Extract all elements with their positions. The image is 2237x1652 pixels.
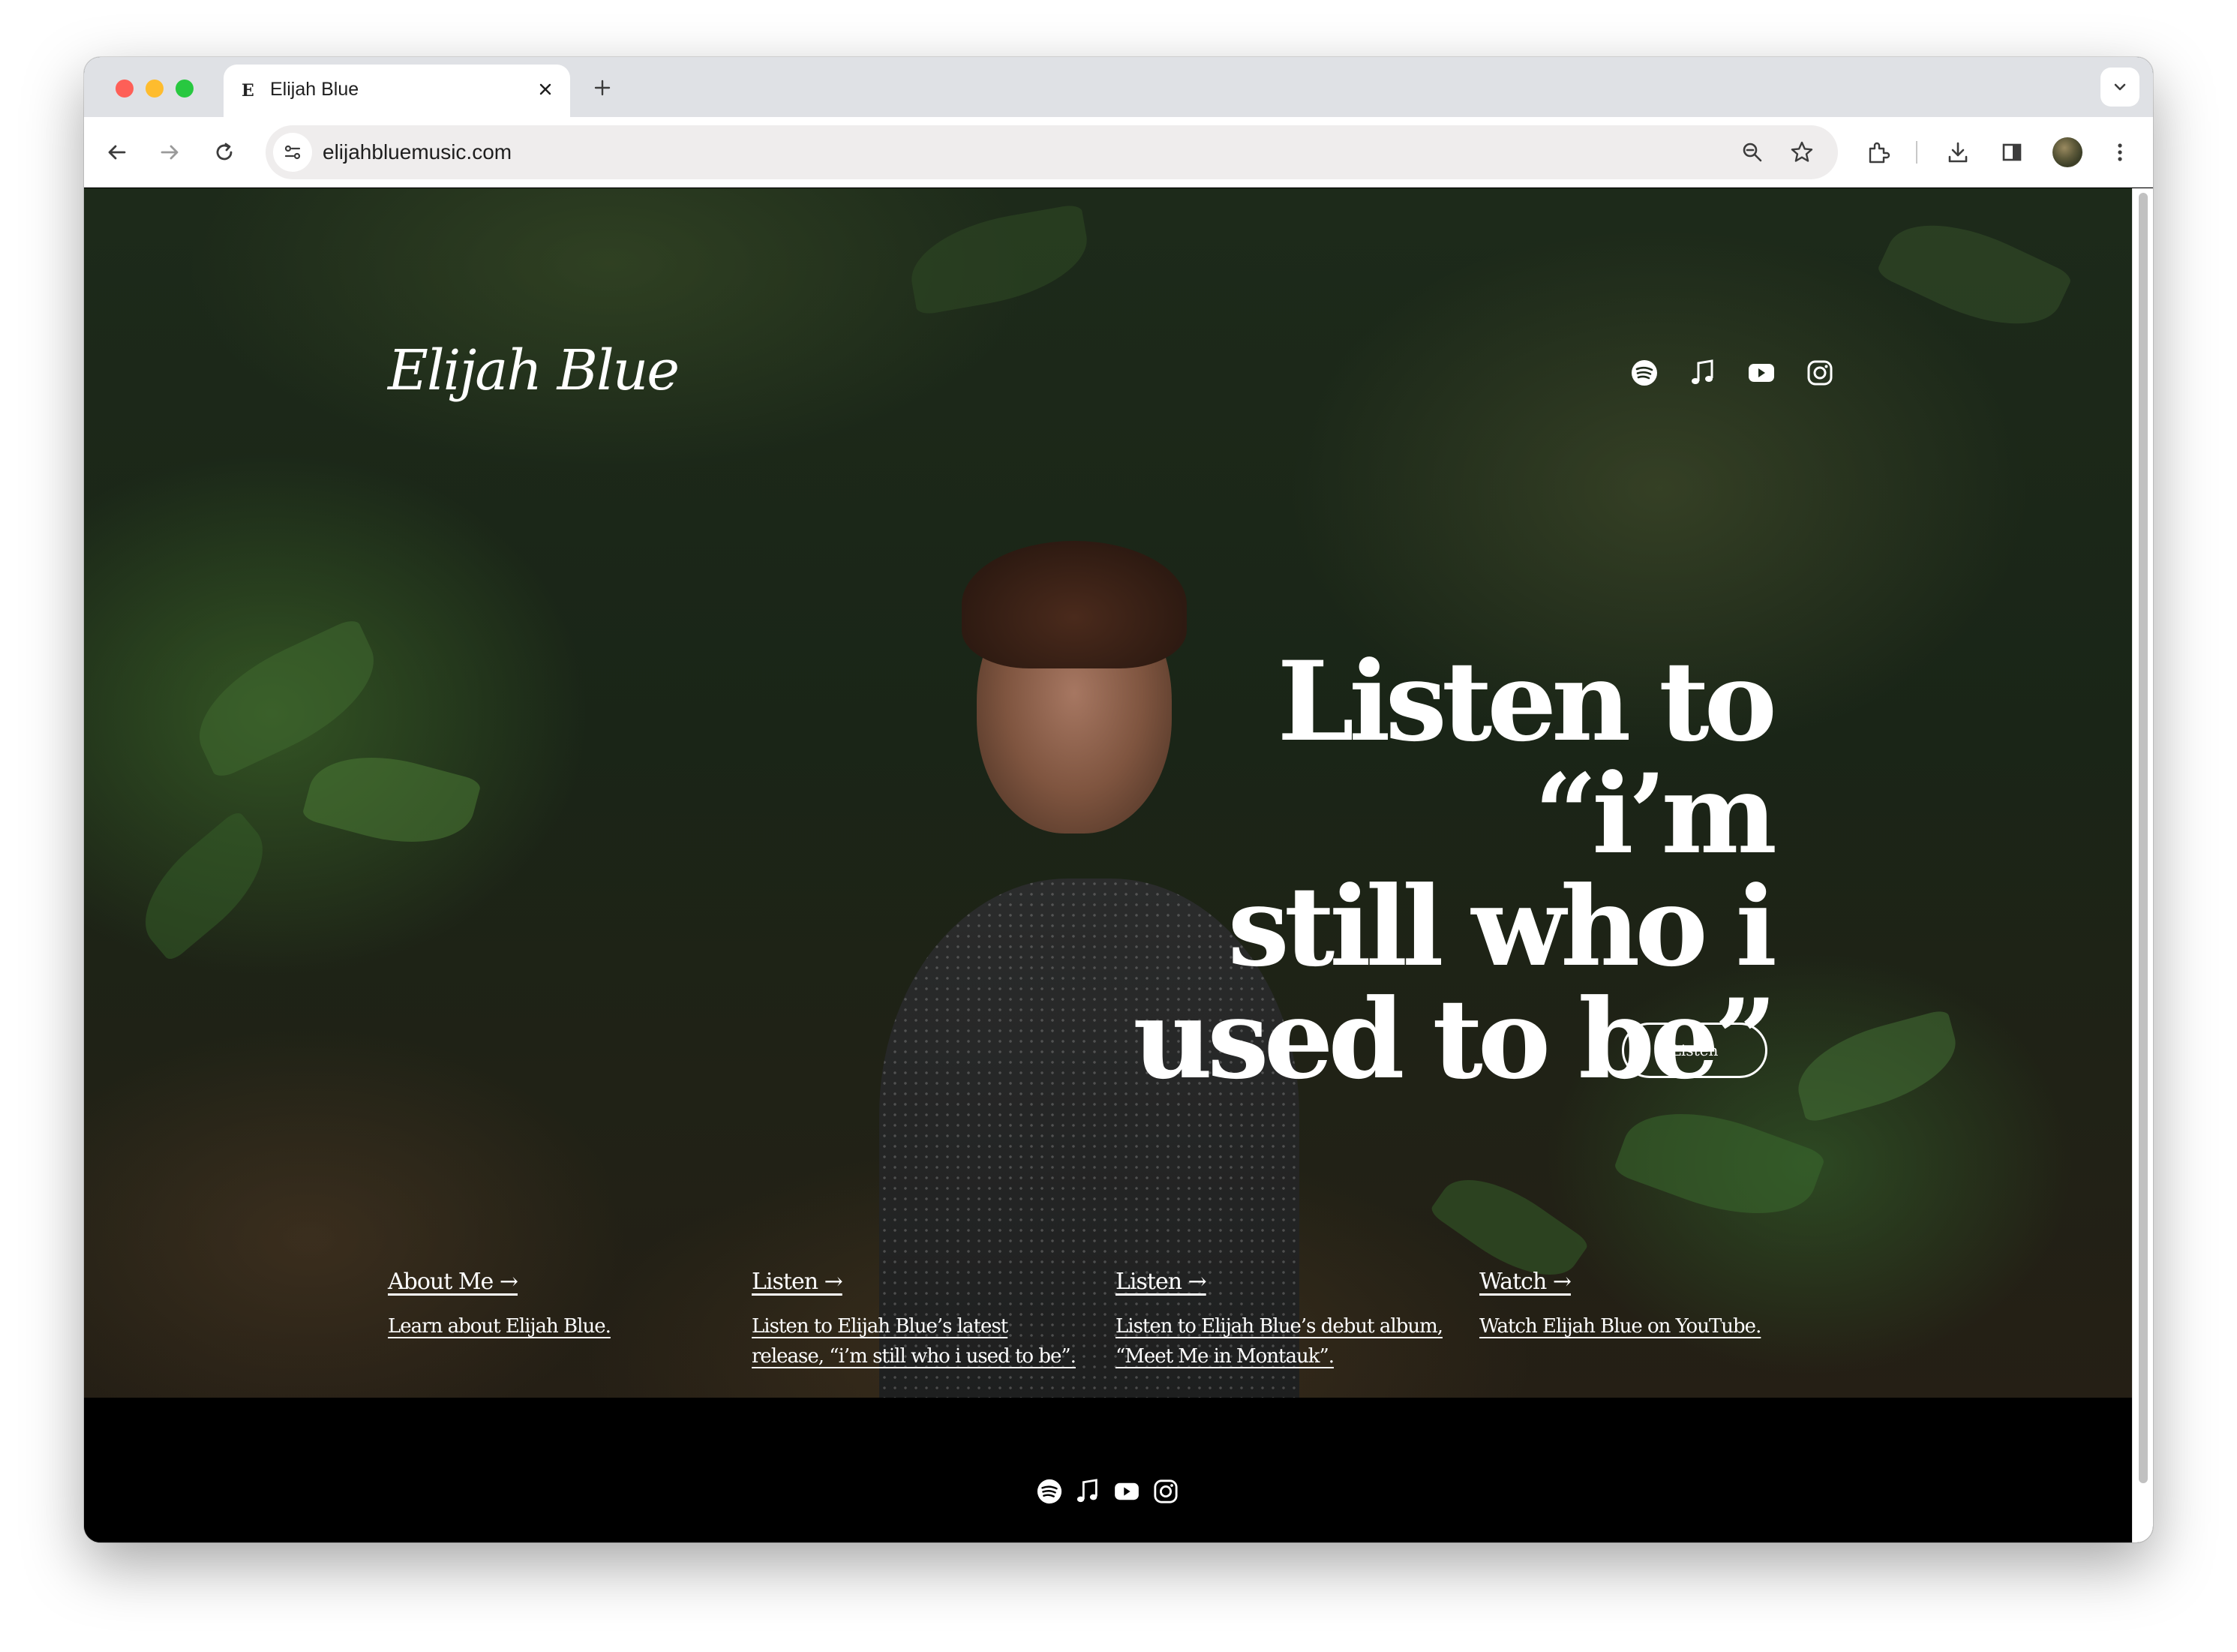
instagram-icon[interactable] <box>1151 1476 1181 1506</box>
extensions-icon[interactable] <box>1862 136 1895 169</box>
page-scrollbar[interactable] <box>2132 188 2153 1542</box>
browser-tab[interactable]: E Elijah Blue <box>224 65 570 117</box>
card-description[interactable]: Watch Elijah Blue on YouTube. <box>1479 1311 1809 1341</box>
tab-title: Elijah Blue <box>270 79 359 100</box>
foliage-leaf <box>122 809 286 963</box>
forward-icon[interactable] <box>153 136 186 169</box>
headline-line: Listen to “i’m <box>1277 638 1777 879</box>
tab-strip: E Elijah Blue <box>84 57 2153 117</box>
foliage-leaf <box>301 738 482 861</box>
card-title[interactable]: Listen → <box>1115 1269 1446 1295</box>
side-panel-icon[interactable] <box>1995 136 2028 169</box>
card-title[interactable]: Watch → <box>1479 1269 1809 1295</box>
url-text: elijahbluemusic.com <box>323 140 512 164</box>
foliage-leaf <box>1787 1008 1967 1124</box>
foliage-leaf <box>903 203 1095 317</box>
foliage-leaf <box>179 616 395 781</box>
reload-icon[interactable] <box>208 136 241 169</box>
tab-close-icon[interactable] <box>533 77 558 102</box>
site-footer <box>84 1398 2132 1542</box>
site-logo[interactable]: Elijah Blue <box>388 338 680 403</box>
card-title[interactable]: Listen → <box>752 1269 1082 1295</box>
spotify-icon[interactable] <box>1034 1476 1064 1506</box>
browser-toolbar: elijahbluemusic.com <box>84 117 2153 188</box>
foliage-leaf <box>1875 199 2074 350</box>
scrollbar-thumb[interactable] <box>2139 193 2148 1483</box>
bookmark-star-icon[interactable] <box>1785 136 1818 169</box>
card-description[interactable]: Listen to Elijah Blue’s latest release, … <box>752 1311 1082 1371</box>
minimize-window-button[interactable] <box>146 80 164 98</box>
listen-button[interactable]: Listen <box>1622 1023 1767 1078</box>
card-about[interactable]: About Me → Learn about Elijah Blue. <box>388 1269 718 1341</box>
site-info-icon[interactable] <box>273 133 312 172</box>
new-tab-icon[interactable] <box>587 72 618 104</box>
toolbar-separator <box>1916 141 1917 164</box>
back-icon[interactable] <box>101 136 134 169</box>
browser-window: E Elijah Blue elijahbluemusic.com Elijah… <box>84 57 2153 1542</box>
music-note-icon[interactable] <box>1073 1476 1103 1506</box>
tab-search-icon[interactable] <box>2100 68 2139 107</box>
card-description[interactable]: Listen to Elijah Blue’s debut album, “Me… <box>1115 1311 1446 1371</box>
zoom-icon[interactable] <box>1736 136 1769 169</box>
youtube-icon[interactable] <box>1746 358 1776 388</box>
card-listen-debut[interactable]: Listen → Listen to Elijah Blue’s debut a… <box>1115 1269 1446 1371</box>
more-menu-icon[interactable] <box>2103 136 2136 169</box>
card-listen-latest[interactable]: Listen → Listen to Elijah Blue’s latest … <box>752 1269 1082 1371</box>
close-window-button[interactable] <box>116 80 134 98</box>
profile-avatar[interactable] <box>2052 137 2082 167</box>
hero-section: Elijah Blue Listen to “i’m still who i u… <box>84 188 2132 1398</box>
music-note-icon[interactable] <box>1688 358 1718 388</box>
card-description[interactable]: Learn about Elijah Blue. <box>388 1311 718 1341</box>
card-title[interactable]: About Me → <box>388 1269 718 1295</box>
card-watch[interactable]: Watch → Watch Elijah Blue on YouTube. <box>1479 1269 1809 1341</box>
headline-line: still who i <box>1227 863 1777 991</box>
instagram-icon[interactable] <box>1805 358 1835 388</box>
download-icon[interactable] <box>1941 136 1974 169</box>
address-bar[interactable]: elijahbluemusic.com <box>266 125 1838 179</box>
tab-favicon: E <box>242 81 254 101</box>
maximize-window-button[interactable] <box>176 80 194 98</box>
page-viewport: Elijah Blue Listen to “i’m still who i u… <box>84 188 2132 1542</box>
spotify-icon[interactable] <box>1629 358 1659 388</box>
youtube-icon[interactable] <box>1112 1476 1142 1506</box>
foliage-leaf <box>1612 1088 1827 1239</box>
